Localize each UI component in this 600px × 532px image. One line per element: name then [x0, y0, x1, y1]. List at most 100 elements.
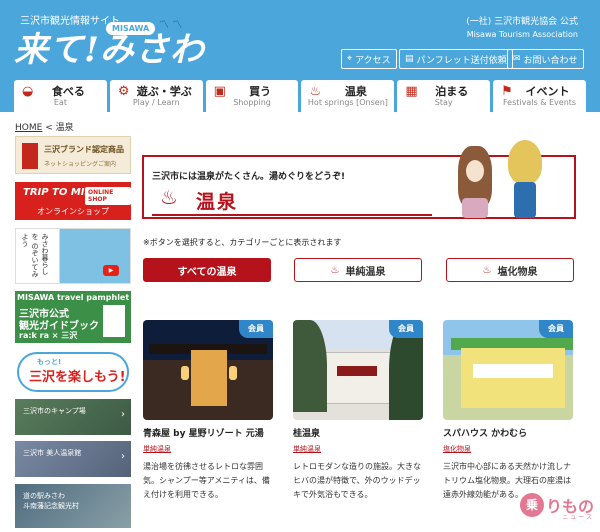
filter-simple-onsen-button[interactable]: ♨ 単純温泉: [294, 258, 422, 282]
map-pin-icon: ⌖: [347, 54, 353, 64]
page-title: 温泉: [196, 191, 239, 213]
video-banner-text: みさわ暮らしを のぞいてみよう: [21, 233, 49, 278]
nav-label: 食べる: [51, 85, 85, 98]
nav-item-stay[interactable]: ▦ 泊まる Stay: [397, 80, 491, 112]
norimono-news-watermark: 乗 りもの ニュース: [519, 490, 594, 521]
filter-label: 塩化物泉: [497, 266, 538, 278]
nav-sublabel: Stay: [434, 98, 453, 107]
nav-sublabel: Hot springs [Onsen]: [307, 98, 388, 107]
photo-lantern: [181, 366, 189, 380]
photo-building: [319, 352, 397, 404]
main-nav: ◒ 食べる Eat ⚙ 遊ぶ・学ぶ Play / Learn ▣ 買う Shop…: [14, 80, 586, 112]
onsen-name[interactable]: 青森屋 by 星野リゾート 元湯: [143, 426, 264, 439]
member-badge: 会員: [539, 320, 573, 338]
nav-sublabel: Shopping: [233, 98, 271, 107]
breadcrumb: HOME < 温泉: [15, 120, 74, 133]
member-badge: 会員: [389, 320, 423, 338]
brand-mark-icon: [22, 143, 38, 169]
brand-products-banner[interactable]: 三沢ブランド認定商品 ネットショッピングご案内: [15, 136, 131, 174]
breadcrumb-home-link[interactable]: HOME: [15, 123, 42, 133]
nav-item-eat[interactable]: ◒ 食べる Eat: [14, 80, 107, 112]
online-shop-label: オンラインショップ: [37, 207, 109, 216]
filter-label: すべての温泉: [177, 266, 237, 278]
onsen-photo[interactable]: 会員: [143, 320, 273, 420]
video-banner[interactable]: みさわ暮らしを のぞいてみよう ▶: [15, 228, 131, 284]
access-label: アクセス: [355, 55, 391, 66]
online-shop-banner[interactable]: TRIP TO MISAWA ONLINE SHOP オンラインショップ: [15, 182, 131, 220]
mascot-right-illustration: [508, 140, 542, 184]
hot-spring-icon: ♨: [160, 185, 178, 209]
photo-building: [461, 348, 565, 408]
sidebar-link-label: 三沢市のキャンプ場: [23, 407, 86, 415]
onsen-photo[interactable]: 会員: [293, 320, 423, 420]
hot-spring-icon: ♨: [330, 264, 340, 276]
watermark-circle: 乗: [519, 493, 544, 517]
youtube-play-icon: ▶: [103, 265, 119, 276]
hot-spring-icon: ♨: [482, 264, 492, 276]
nav-label: 温泉: [344, 85, 367, 98]
sidebar-link-roadside-station[interactable]: 道の駅みさわ 斗南藩記念観光村: [15, 484, 131, 528]
document-icon: ▤: [405, 54, 414, 64]
filter-chloride-onsen-button[interactable]: ♨ 塩化物泉: [446, 258, 574, 282]
enjoy-big-text: 三沢を楽しもう!: [29, 370, 126, 385]
brand-banner-title: 三沢ブランド認定商品: [44, 145, 124, 154]
photo-window: [473, 364, 553, 378]
filter-all-onsen-button[interactable]: すべての温泉: [143, 258, 271, 282]
onsen-category-link[interactable]: 単純温泉: [293, 444, 321, 454]
chevron-right-icon: ›: [121, 451, 125, 462]
sidebar-link-onsen-hall[interactable]: 三沢市 美人温泉館 ›: [15, 441, 131, 477]
site-logo[interactable]: 来て!みさわ MISAWA 〽 〽: [14, 20, 205, 70]
nav-sublabel: Eat: [53, 98, 67, 107]
title-underline: [152, 214, 432, 216]
brand-banner-sub: ネットショッピングご案内: [44, 161, 117, 168]
onsen-name[interactable]: 桂温泉: [293, 426, 320, 439]
breadcrumb-separator: <: [45, 123, 53, 133]
nav-label: 買う: [249, 85, 272, 98]
pamphlet-banner-brand: ra:k ra × 三沢: [19, 331, 78, 340]
nav-item-events[interactable]: ⚑ イベント Festivals & Events: [493, 80, 586, 112]
onsen-name[interactable]: スパハウス かわむら: [443, 426, 527, 439]
filter-note: ※ボタンを選択すると、カテゴリーごとに表示されます: [143, 238, 342, 247]
pamphlet-banner-header: MISAWA travel pamphlet: [17, 293, 130, 302]
birds-icon: 〽 〽: [159, 20, 183, 31]
nav-item-play[interactable]: ⚙ 遊ぶ・学ぶ Play / Learn: [109, 80, 203, 112]
sidebar-link-label: 道の駅みさわ 斗南藩記念観光村: [23, 492, 79, 510]
site-header: 三沢市観光情報サイト 来て!みさわ MISAWA 〽 〽 (一社) 三沢市観光協…: [0, 0, 600, 112]
pamphlet-banner[interactable]: MISAWA travel pamphlet 三沢市公式 観光ガイドブック ra…: [15, 291, 131, 343]
pamphlet-request-label: パンフレット送付依頼: [416, 55, 507, 66]
onsen-photo[interactable]: 会員: [443, 320, 573, 420]
contact-button[interactable]: ✉ お問い合わせ: [507, 49, 584, 69]
photo-tree: [293, 320, 327, 412]
pamphlet-book-icon: [103, 305, 125, 337]
member-badge: 会員: [239, 320, 273, 338]
mascot-right-body: [514, 182, 536, 218]
logo-text: 来て!みさわ: [14, 30, 205, 70]
photo-lantern: [229, 366, 237, 380]
nav-item-shopping[interactable]: ▣ 買う Shopping: [205, 80, 299, 112]
nav-item-onsen[interactable]: ♨ 温泉 Hot springs [Onsen]: [301, 80, 395, 112]
nav-label: イベント: [525, 85, 570, 98]
sidebar-link-camp[interactable]: 三沢市のキャンプ場 ›: [15, 399, 131, 435]
sidebar-link-label: 三沢市 美人温泉館: [23, 449, 82, 457]
onsen-category-link[interactable]: 単純温泉: [143, 444, 171, 454]
mascot-left-face: [466, 160, 484, 182]
enjoy-misawa-banner[interactable]: もっと! 三沢を楽しもう!: [15, 350, 131, 396]
photo-sign: [337, 366, 377, 376]
onsen-description: 湯治場を彷彿させるレトロな雰囲気。シャンプー等アメニティは、備え付けを利用できる…: [143, 462, 270, 499]
logo-badge: MISAWA: [106, 22, 156, 35]
nav-sublabel: Play / Learn: [132, 98, 180, 107]
banner-lead: 三沢市には温泉がたくさん。湯めぐりをどうぞ!: [152, 172, 346, 182]
onsen-category-link[interactable]: 塩化物泉: [443, 444, 471, 454]
watermark-sub: ニュース: [562, 514, 594, 521]
chevron-right-icon: ›: [121, 409, 125, 420]
org-name-en: Misawa Tourism Association: [466, 30, 578, 39]
pamphlet-request-button[interactable]: ▤ パンフレット送付依頼: [399, 49, 513, 69]
breadcrumb-current: 温泉: [55, 123, 74, 133]
access-button[interactable]: ⌖ アクセス: [341, 49, 397, 69]
contact-label: お問い合わせ: [523, 55, 578, 66]
mascot-left-body: [462, 198, 488, 218]
onsen-description: レトロモダンな造りの施設。大きなヒバの湯が特徴で、外のウッドデッキで外気浴もでき…: [293, 462, 421, 499]
nav-label: 遊ぶ・学ぶ: [136, 85, 192, 98]
nav-label: 泊まる: [435, 85, 469, 98]
online-shop-badge: ONLINE SHOP: [85, 187, 131, 205]
